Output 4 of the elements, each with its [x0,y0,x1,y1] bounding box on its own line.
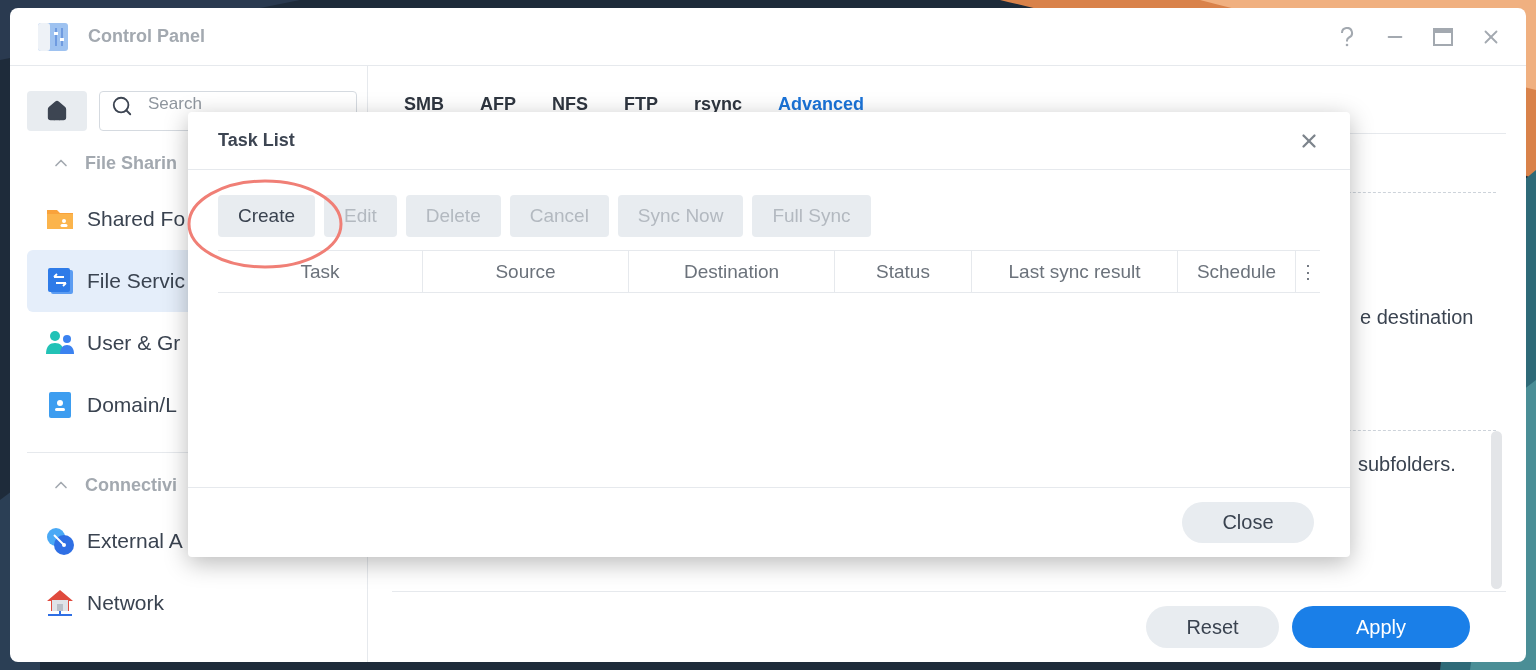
description-text: e destination [1360,306,1475,329]
description-text: subfolders. [1358,453,1457,476]
dialog-title: Task List [218,130,296,151]
window-title: Control Panel [88,26,206,47]
